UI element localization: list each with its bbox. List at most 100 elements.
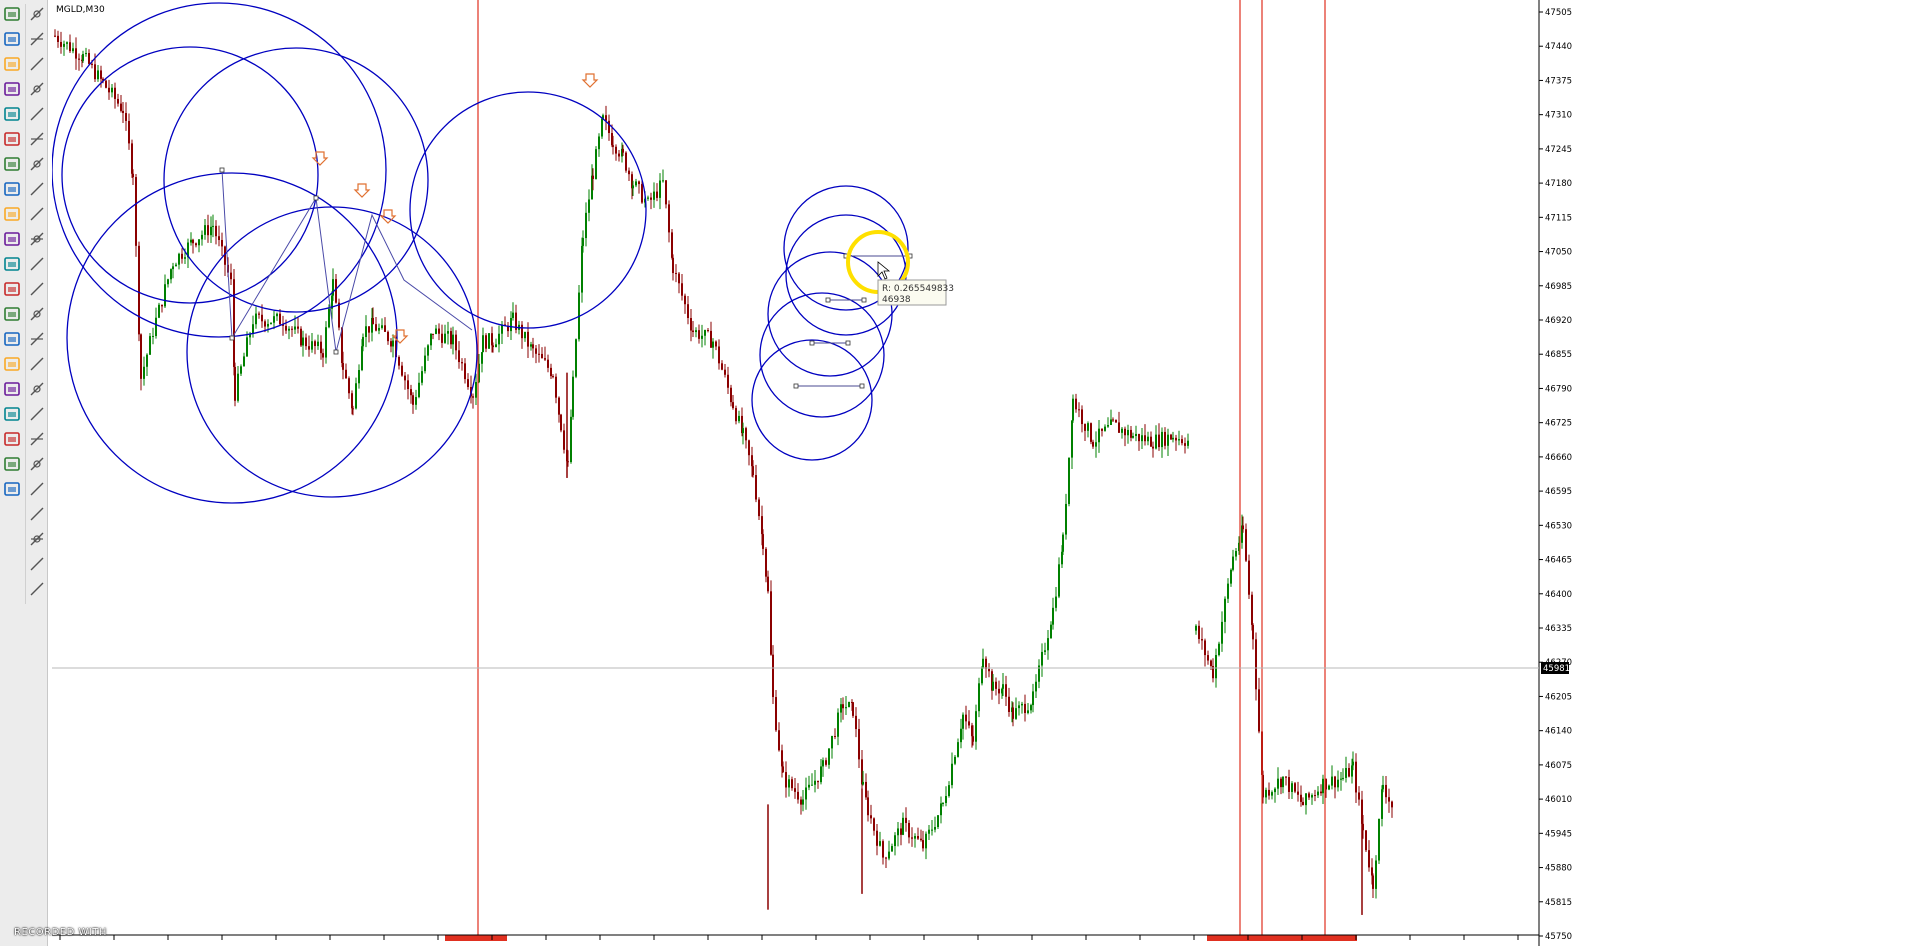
crosshair-icon[interactable] <box>27 29 47 49</box>
horizontal-line-icon[interactable] <box>27 79 47 99</box>
cursor-icon[interactable] <box>27 4 47 24</box>
rectangle-icon[interactable] <box>27 229 47 249</box>
anchor-handle[interactable] <box>793 383 799 389</box>
candle-body <box>794 788 796 792</box>
chart-shift-icon[interactable] <box>2 404 22 424</box>
fibo-circle[interactable] <box>767 251 893 377</box>
linear-regression-icon[interactable] <box>27 429 47 449</box>
gann-grid-icon[interactable] <box>27 304 47 324</box>
fibo-arcs-icon[interactable] <box>27 354 47 374</box>
candle-body <box>802 799 804 805</box>
ellipse-icon[interactable] <box>27 504 47 524</box>
new-chart-icon[interactable] <box>2 4 22 24</box>
candle-body <box>1308 793 1310 798</box>
trendline-icon[interactable] <box>27 104 47 124</box>
fibo-circle[interactable] <box>163 47 429 313</box>
candle-body <box>138 245 140 335</box>
fibonacci-icon[interactable] <box>27 154 47 174</box>
candle-body <box>547 359 549 368</box>
candle-body <box>472 396 474 398</box>
zoom-in-icon[interactable] <box>2 304 22 324</box>
candle-body <box>524 331 526 339</box>
anchor-handle[interactable] <box>859 383 865 389</box>
candle-body <box>1130 429 1132 438</box>
vertical-lines[interactable] <box>445 0 1357 941</box>
profiles-icon[interactable] <box>2 29 22 49</box>
candle-body <box>701 335 703 339</box>
price-chart[interactable]: 47505 47440 47375 47310 47245 47180 47115 47050… <box>52 0 1911 946</box>
candle-body <box>625 152 627 171</box>
candle-body <box>1152 446 1154 449</box>
anchor-handle[interactable] <box>861 297 867 303</box>
data-window-icon[interactable] <box>2 154 22 174</box>
fibo-circle[interactable] <box>751 339 873 461</box>
candle-body <box>464 363 466 380</box>
price-tick-label: 46140 <box>1545 727 1572 737</box>
candle-body <box>398 357 400 366</box>
autoscroll-icon[interactable] <box>2 379 22 399</box>
standard-deviation-icon[interactable] <box>27 454 47 474</box>
cycle-lines-icon[interactable] <box>27 404 47 424</box>
candle-body <box>125 113 127 121</box>
tile-windows-icon[interactable] <box>2 354 22 374</box>
candle-body <box>765 548 767 577</box>
gann-fan-icon[interactable] <box>27 279 47 299</box>
candle-body <box>1305 793 1307 806</box>
bar-chart-icon[interactable] <box>2 229 22 249</box>
fibo-fan-icon[interactable] <box>27 329 47 349</box>
fibo-circle[interactable] <box>409 91 647 329</box>
vertical-line-icon[interactable] <box>27 54 47 74</box>
andrews-pitchfork-icon[interactable] <box>27 254 47 274</box>
candle-body <box>622 148 624 153</box>
equidistant-channel-icon[interactable] <box>27 129 47 149</box>
anchor-handle[interactable] <box>845 340 851 346</box>
fibo-circle[interactable] <box>186 206 478 498</box>
templates-icon[interactable] <box>2 479 22 499</box>
candle-body <box>1355 761 1357 793</box>
candle-body <box>140 334 142 379</box>
fibo-expansion-icon[interactable] <box>27 554 47 574</box>
current-price-label: 45981 <box>1543 664 1570 674</box>
candle-body <box>1161 431 1163 448</box>
candle-body <box>707 330 709 332</box>
candle-body <box>75 48 77 59</box>
candle-body <box>675 273 677 275</box>
new-order-icon[interactable] <box>2 179 22 199</box>
cursor-tooltip: R: 0.265549833 46938 <box>877 279 954 306</box>
arrow-icon[interactable] <box>27 479 47 499</box>
candle-body <box>855 715 857 730</box>
candlestick-icon[interactable] <box>2 254 22 274</box>
triangle-icon[interactable] <box>27 529 47 549</box>
candle-body <box>535 348 537 354</box>
fibo-circle[interactable] <box>61 46 319 304</box>
candle-body <box>300 328 302 346</box>
strategy-tester-icon[interactable] <box>2 129 22 149</box>
anchor-handle[interactable] <box>825 297 831 303</box>
candle-body <box>905 817 907 823</box>
fibo-timezones-icon[interactable] <box>27 379 47 399</box>
metaeditor-icon[interactable] <box>2 204 22 224</box>
navigator-icon[interactable] <box>2 79 22 99</box>
candle-body <box>888 851 890 859</box>
fibo-circle[interactable] <box>759 292 885 418</box>
text-label-icon[interactable] <box>27 204 47 224</box>
candle-body <box>948 785 950 796</box>
indicators-icon[interactable] <box>2 429 22 449</box>
fibonacci-circles[interactable] <box>52 2 913 504</box>
zoom-out-icon[interactable] <box>2 329 22 349</box>
line-chart-icon[interactable] <box>2 279 22 299</box>
candle-body <box>78 58 80 60</box>
text-icon[interactable] <box>27 179 47 199</box>
fractal-arrow <box>581 73 599 88</box>
candle-body <box>1365 830 1367 851</box>
candle-body <box>544 358 546 360</box>
candle-body <box>149 336 151 355</box>
periods-icon[interactable] <box>2 454 22 474</box>
candle-body <box>1207 655 1209 661</box>
candle-body <box>378 327 380 331</box>
market-watch-icon[interactable] <box>2 54 22 74</box>
candle-body <box>100 70 102 79</box>
terminal-icon[interactable] <box>2 104 22 124</box>
anchor-handle[interactable] <box>809 340 815 346</box>
more-tools-icon[interactable] <box>27 579 47 599</box>
